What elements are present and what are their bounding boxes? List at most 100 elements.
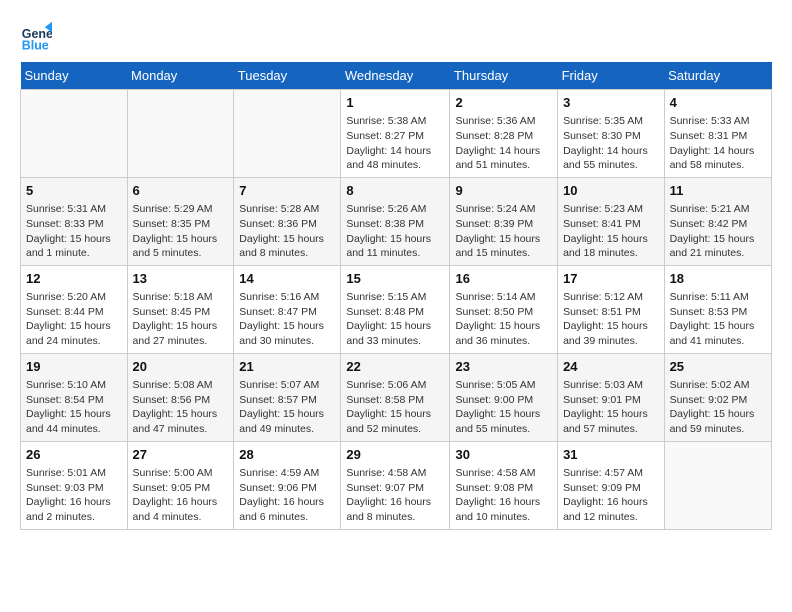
day-info: and 55 minutes.: [455, 422, 552, 437]
day-info: Daylight: 15 hours: [346, 319, 444, 334]
day-info: and 36 minutes.: [455, 334, 552, 349]
calendar-cell: 24Sunrise: 5:03 AMSunset: 9:01 PMDayligh…: [558, 353, 665, 441]
day-info: and 11 minutes.: [346, 246, 444, 261]
day-info: Daylight: 15 hours: [670, 232, 766, 247]
day-header-thursday: Thursday: [450, 62, 558, 90]
day-info: Daylight: 15 hours: [26, 407, 122, 422]
day-info: Daylight: 14 hours: [455, 144, 552, 159]
day-info: and 51 minutes.: [455, 158, 552, 173]
day-number: 2: [455, 94, 552, 112]
day-info: Sunset: 9:08 PM: [455, 481, 552, 496]
day-info: Sunrise: 5:00 AM: [133, 466, 229, 481]
day-number: 6: [133, 182, 229, 200]
day-number: 26: [26, 446, 122, 464]
day-number: 30: [455, 446, 552, 464]
calendar-cell: 6Sunrise: 5:29 AMSunset: 8:35 PMDaylight…: [127, 177, 234, 265]
day-info: and 48 minutes.: [346, 158, 444, 173]
calendar-cell: 13Sunrise: 5:18 AMSunset: 8:45 PMDayligh…: [127, 265, 234, 353]
day-info: Sunset: 9:00 PM: [455, 393, 552, 408]
calendar-cell: 27Sunrise: 5:00 AMSunset: 9:05 PMDayligh…: [127, 441, 234, 529]
calendar-cell: 23 Sunrise: 5:05 AMSunset: 9:00 PMDayligh…: [450, 353, 558, 441]
day-info: Sunset: 8:47 PM: [239, 305, 335, 320]
calendar-cell: [234, 90, 341, 178]
day-info: Sunrise: 5:05 AM: [455, 378, 552, 393]
day-info: Sunset: 8:44 PM: [26, 305, 122, 320]
day-info: Sunrise: 5:15 AM: [346, 290, 444, 305]
day-info: and 59 minutes.: [670, 422, 766, 437]
calendar-cell: 22Sunrise: 5:06 AMSunset: 8:58 PMDayligh…: [341, 353, 450, 441]
day-info: Sunset: 8:27 PM: [346, 129, 444, 144]
day-info: Daylight: 14 hours: [563, 144, 659, 159]
day-info: Sunset: 8:51 PM: [563, 305, 659, 320]
day-info: Sunrise: 5:35 AM: [563, 114, 659, 129]
day-number: 22: [346, 358, 444, 376]
day-info: and 1 minute.: [26, 246, 122, 261]
week-row-3: 12Sunrise: 5:20 AMSunset: 8:44 PMDayligh…: [21, 265, 772, 353]
day-number: 10: [563, 182, 659, 200]
day-info: and 27 minutes.: [133, 334, 229, 349]
day-info: Sunrise: 5:28 AM: [239, 202, 335, 217]
day-info: Daylight: 15 hours: [239, 232, 335, 247]
day-info: Sunrise: 5:10 AM: [26, 378, 122, 393]
calendar-cell: 10Sunrise: 5:23 AMSunset: 8:41 PMDayligh…: [558, 177, 665, 265]
calendar-cell: 28Sunrise: 4:59 AMSunset: 9:06 PMDayligh…: [234, 441, 341, 529]
week-row-5: 26Sunrise: 5:01 AMSunset: 9:03 PMDayligh…: [21, 441, 772, 529]
day-number: 23: [455, 358, 552, 376]
day-info: Daylight: 16 hours: [346, 495, 444, 510]
day-info: Daylight: 15 hours: [563, 407, 659, 422]
day-info: Sunset: 9:05 PM: [133, 481, 229, 496]
day-info: Daylight: 15 hours: [133, 319, 229, 334]
day-info: Sunset: 8:41 PM: [563, 217, 659, 232]
day-info: Sunset: 8:42 PM: [670, 217, 766, 232]
day-number: 4: [670, 94, 766, 112]
day-info: Daylight: 16 hours: [239, 495, 335, 510]
week-row-4: 19Sunrise: 5:10 AMSunset: 8:54 PMDayligh…: [21, 353, 772, 441]
day-info: Sunset: 8:36 PM: [239, 217, 335, 232]
day-info: Sunrise: 5:23 AM: [563, 202, 659, 217]
day-info: Sunrise: 5:12 AM: [563, 290, 659, 305]
day-info: Sunset: 8:28 PM: [455, 129, 552, 144]
day-info: Sunset: 8:54 PM: [26, 393, 122, 408]
day-number: 18: [670, 270, 766, 288]
day-info: Sunrise: 5:38 AM: [346, 114, 444, 129]
day-info: Sunset: 8:57 PM: [239, 393, 335, 408]
day-info: Sunset: 8:38 PM: [346, 217, 444, 232]
day-header-monday: Monday: [127, 62, 234, 90]
day-info: Sunset: 9:01 PM: [563, 393, 659, 408]
day-number: 17: [563, 270, 659, 288]
day-number: 3: [563, 94, 659, 112]
calendar-cell: [664, 441, 771, 529]
day-info: Sunrise: 5:26 AM: [346, 202, 444, 217]
day-info: Sunrise: 5:08 AM: [133, 378, 229, 393]
day-info: Sunset: 8:53 PM: [670, 305, 766, 320]
calendar-cell: 17Sunrise: 5:12 AMSunset: 8:51 PMDayligh…: [558, 265, 665, 353]
day-number: 28: [239, 446, 335, 464]
day-info: Sunrise: 4:57 AM: [563, 466, 659, 481]
day-info: Daylight: 15 hours: [133, 232, 229, 247]
day-info: Daylight: 15 hours: [455, 319, 552, 334]
day-info: Daylight: 15 hours: [455, 407, 552, 422]
day-number: 13: [133, 270, 229, 288]
logo-icon: General Blue: [20, 20, 52, 52]
day-info: Sunset: 9:09 PM: [563, 481, 659, 496]
day-number: 9: [455, 182, 552, 200]
day-info: and 33 minutes.: [346, 334, 444, 349]
calendar-cell: [127, 90, 234, 178]
day-info: Daylight: 15 hours: [670, 319, 766, 334]
page-header: General Blue: [20, 20, 772, 52]
calendar-cell: 7Sunrise: 5:28 AMSunset: 8:36 PMDaylight…: [234, 177, 341, 265]
day-info: Daylight: 15 hours: [455, 232, 552, 247]
day-number: 27: [133, 446, 229, 464]
day-info: Sunset: 9:06 PM: [239, 481, 335, 496]
calendar-cell: 4Sunrise: 5:33 AMSunset: 8:31 PMDaylight…: [664, 90, 771, 178]
day-info: and 24 minutes.: [26, 334, 122, 349]
day-info: Daylight: 15 hours: [346, 232, 444, 247]
day-number: 20: [133, 358, 229, 376]
day-number: 15: [346, 270, 444, 288]
day-info: Sunset: 8:45 PM: [133, 305, 229, 320]
day-info: and 4 minutes.: [133, 510, 229, 525]
day-number: 14: [239, 270, 335, 288]
calendar-cell: 1Sunrise: 5:38 AMSunset: 8:27 PMDaylight…: [341, 90, 450, 178]
day-info: and 21 minutes.: [670, 246, 766, 261]
day-info: Sunset: 8:56 PM: [133, 393, 229, 408]
